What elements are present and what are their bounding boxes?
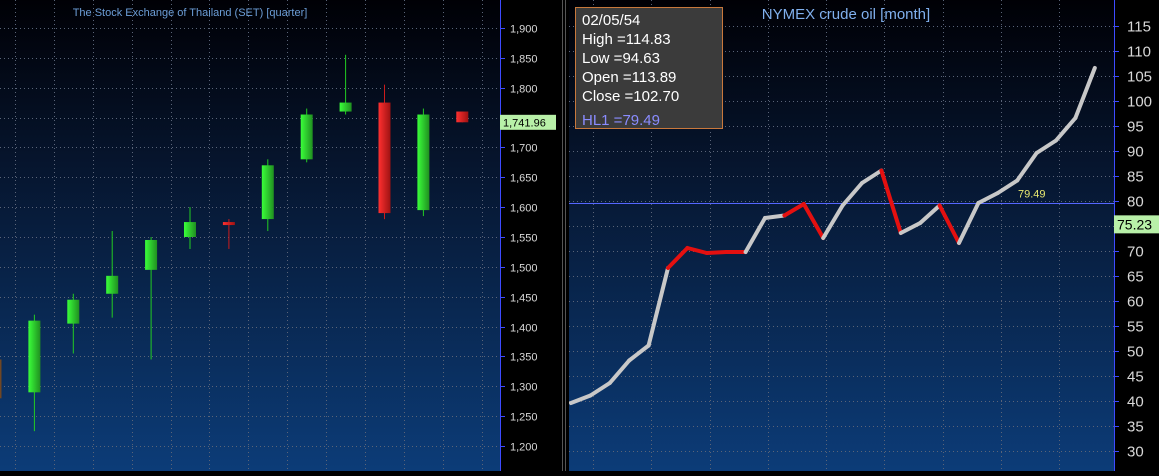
tooltip-close: Close =102.70 — [582, 88, 680, 105]
candle[interactable] — [0, 359, 2, 399]
candle-body — [0, 359, 2, 399]
candle[interactable] — [417, 108, 430, 217]
right-last-price-label: 75.23 — [1114, 215, 1159, 234]
right-tick-label: 115 — [1127, 19, 1151, 36]
candle-body — [67, 299, 80, 324]
chart-splitter[interactable] — [556, 0, 569, 471]
right-tick-label: 45 — [1127, 369, 1144, 386]
tooltip-low: Low =94.63 — [582, 50, 660, 67]
candle[interactable] — [456, 111, 469, 123]
candle[interactable] — [300, 108, 313, 163]
tooltip-hl1: HL1 =79.49 — [582, 112, 660, 129]
candle-body — [145, 239, 158, 270]
candle[interactable] — [378, 84, 391, 220]
candle-body — [261, 165, 274, 220]
left-tick-label: 1,850 — [510, 54, 538, 66]
right-tick-label: 85 — [1127, 169, 1144, 186]
left-tick-label: 1,450 — [510, 293, 538, 305]
right-tick-label: 30 — [1127, 444, 1144, 461]
left-tick-label: 1,300 — [510, 382, 538, 394]
right-tick-label: 65 — [1127, 269, 1144, 286]
left-tick-label: 1,350 — [510, 352, 538, 364]
right-tick-label: 60 — [1127, 294, 1144, 311]
candle-body — [339, 102, 352, 112]
left-tick-label: 1,250 — [510, 412, 538, 424]
line-segment — [763, 213, 787, 220]
left-last-price-text: 1,741.96 — [503, 117, 546, 129]
right-tick-label: 35 — [1127, 419, 1144, 436]
candle-body — [222, 222, 235, 226]
right-tick-label: 100 — [1127, 94, 1152, 111]
left-tick-label: 1,500 — [510, 263, 538, 275]
left-tick-label: 1,600 — [510, 203, 538, 215]
candle-body — [106, 275, 119, 294]
right-tick-label: 95 — [1127, 119, 1144, 136]
right-tick-label: 55 — [1127, 319, 1144, 336]
left-tick-label: 1,550 — [510, 233, 538, 245]
left-tick-label: 1,200 — [510, 442, 538, 454]
data-tooltip: 02/05/54 High =114.83 Low =94.63 Open =1… — [575, 7, 723, 129]
left-tick-label: 1,800 — [510, 84, 538, 96]
right-chart-title: NYMEX crude oil [month] — [762, 6, 930, 23]
candle-body — [378, 102, 391, 214]
right-tick-label: 50 — [1127, 344, 1144, 361]
right-tick-label: 40 — [1127, 394, 1144, 411]
tooltip-date: 02/05/54 — [582, 12, 641, 29]
left-last-price-label: 1,741.96 — [500, 114, 556, 130]
candle-body — [300, 114, 313, 160]
left-plot-background — [0, 0, 500, 471]
hl1-line-label: 79.49 — [1018, 189, 1046, 201]
candle-body — [417, 114, 430, 211]
right-tick-label: 80 — [1127, 194, 1144, 211]
left-tick-label: 1,900 — [510, 24, 538, 36]
line-segment-down — [704, 250, 729, 255]
candle-body — [28, 320, 41, 393]
right-tick-label: 105 — [1127, 69, 1152, 86]
right-tick-label: 70 — [1127, 244, 1144, 261]
chart-workspace: The Stock Exchange of Thailand (SET) [qu… — [0, 0, 1159, 471]
set-quarter-chart: The Stock Exchange of Thailand (SET) [qu… — [0, 0, 556, 471]
right-last-price-text: 75.23 — [1117, 216, 1152, 232]
left-tick-label: 1,400 — [510, 323, 538, 335]
left-tick-label: 1,700 — [510, 143, 538, 155]
candle-body — [456, 111, 469, 123]
candle-body — [184, 222, 196, 237]
right-tick-label: 90 — [1127, 144, 1144, 161]
left-tick-label: 1,650 — [510, 173, 538, 185]
tooltip-high: High =114.83 — [582, 31, 671, 48]
right-tick-label: 110 — [1127, 44, 1151, 61]
tooltip-open: Open =113.89 — [582, 69, 677, 86]
left-chart-title: The Stock Exchange of Thailand (SET) [qu… — [73, 7, 308, 19]
